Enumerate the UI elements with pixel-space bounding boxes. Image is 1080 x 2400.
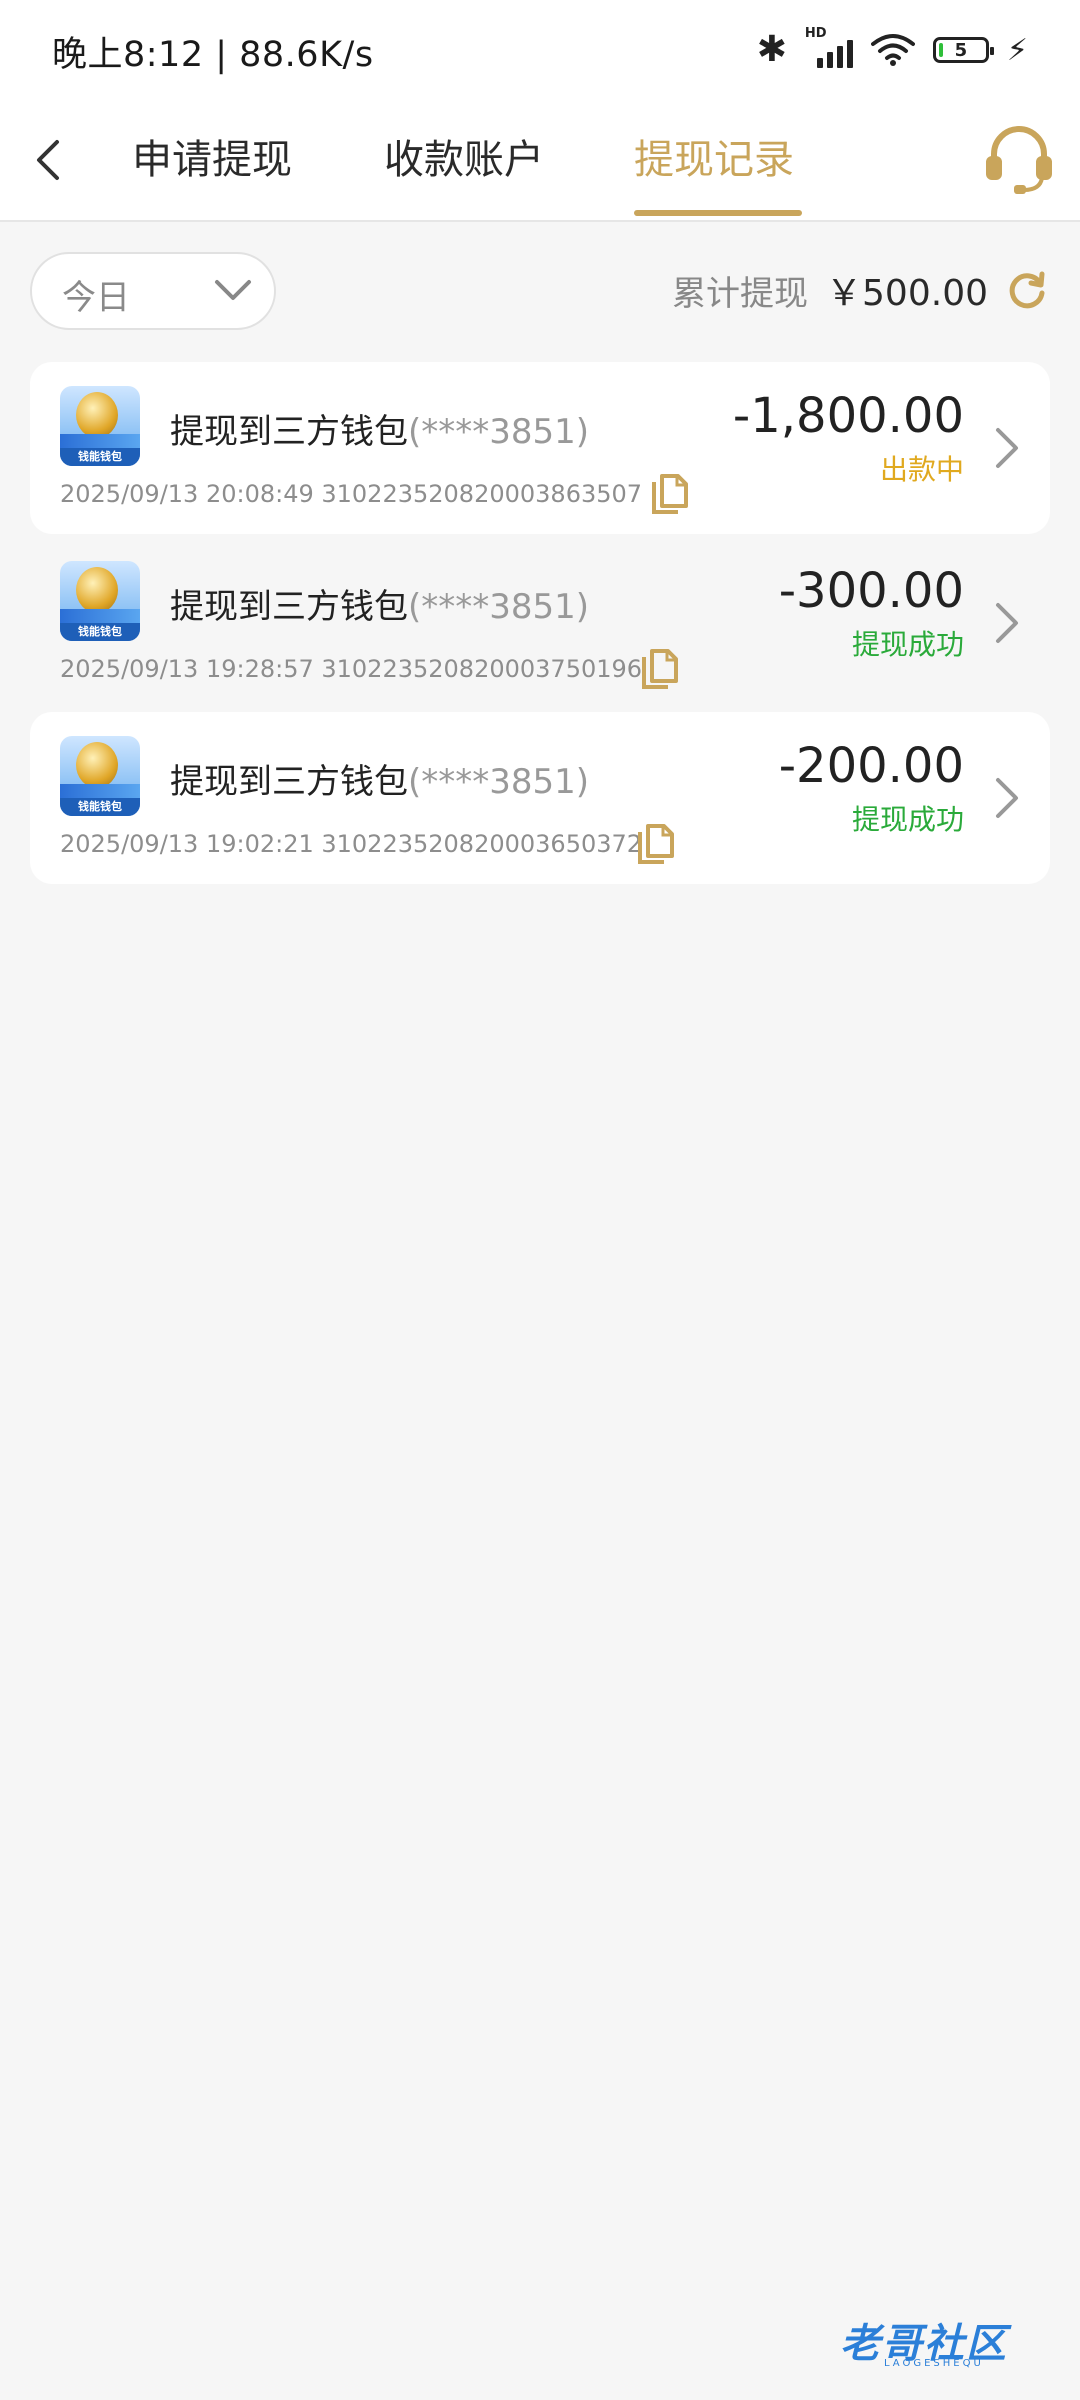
status-icons: ✱ HD 5 ⚡ [757, 26, 1028, 74]
record-item[interactable]: 钱能钱包 提现到三方钱包(****3851) 2025/09/13 20:08:… [30, 362, 1050, 534]
record-account: (****3851) [408, 762, 590, 802]
copy-icon[interactable] [648, 472, 690, 518]
record-time-order: 2025/09/13 20:08:49 31022352082000386350… [60, 480, 643, 508]
chevron-right-icon [996, 778, 1018, 818]
header-tabs: 申请提现 收款账户 提现记录 [0, 100, 1080, 222]
record-time-order: 2025/09/13 19:28:57 31022352082000375019… [60, 655, 643, 683]
chevron-left-icon [37, 140, 59, 180]
wallet-brand: 钱能钱包 [60, 623, 140, 641]
record-item[interactable]: 钱能钱包 提现到三方钱包(****3851) 2025/09/13 19:02:… [30, 712, 1050, 884]
record-status: 提现成功 [851, 628, 964, 661]
bluetooth-icon: ✱ [756, 29, 787, 70]
record-status: 出款中 [879, 453, 964, 486]
date-filter-label: 今日 [62, 278, 130, 318]
record-item[interactable]: 钱能钱包 提现到三方钱包(****3851) 2025/09/13 19:28:… [30, 537, 1050, 709]
record-amount: -200.00 [778, 738, 964, 794]
record-account: (****3851) [408, 412, 590, 452]
watermark-sub: LAOGESHEQU [884, 2358, 984, 2369]
chevron-right-icon [996, 603, 1018, 643]
status-bar: 晚上8:12 | 88.6K/s ✱ HD 5 ⚡ [0, 0, 1080, 100]
wallet-app-icon: 钱能钱包 [60, 736, 140, 816]
hd-label: HD [804, 26, 827, 41]
copy-icon[interactable] [638, 647, 680, 693]
record-amount: -1,800.00 [732, 388, 964, 444]
wallet-app-icon: 钱能钱包 [60, 386, 140, 466]
total-withdraw: 累计提现 ￥500.00 [672, 260, 1048, 320]
status-time-speed: 晚上8:12 | 88.6K/s [52, 35, 374, 75]
tab-withdraw-records[interactable]: 提现记录 [634, 130, 794, 190]
record-title: 提现到三方钱包(****3851) [170, 412, 590, 452]
total-withdraw-amount: ￥500.00 [826, 273, 988, 314]
date-filter-dropdown[interactable]: 今日 [30, 252, 276, 330]
chevron-right-icon [996, 428, 1018, 468]
active-tab-indicator [634, 210, 802, 216]
wallet-app-icon: 钱能钱包 [60, 561, 140, 641]
record-amount: -300.00 [778, 563, 964, 619]
battery-level: 5 [954, 39, 968, 61]
wallet-brand: 钱能钱包 [60, 448, 140, 466]
wifi-icon [870, 34, 915, 66]
record-title: 提现到三方钱包(****3851) [170, 587, 590, 627]
tab-receiving-accounts[interactable]: 收款账户 [384, 130, 544, 190]
record-status: 提现成功 [851, 803, 964, 836]
record-time-order: 2025/09/13 19:02:21 31022352082000365037… [60, 830, 643, 858]
chevron-down-icon [215, 280, 251, 300]
signal-icon: HD [805, 26, 853, 68]
record-title: 提现到三方钱包(****3851) [170, 762, 590, 802]
tab-apply-withdraw[interactable]: 申请提现 [132, 130, 292, 190]
headset-icon[interactable] [982, 122, 1056, 196]
battery-icon: 5 [932, 37, 994, 63]
watermark-logo: 老哥社区 LAOGESHEQU [840, 2300, 1060, 2380]
total-withdraw-label: 累计提现 [672, 273, 809, 314]
refresh-icon[interactable] [1006, 269, 1048, 311]
record-account: (****3851) [408, 587, 590, 627]
wallet-brand: 钱能钱包 [60, 798, 140, 816]
copy-icon[interactable] [634, 822, 676, 868]
charging-icon: ⚡ [1006, 32, 1028, 68]
back-button[interactable] [20, 128, 76, 192]
